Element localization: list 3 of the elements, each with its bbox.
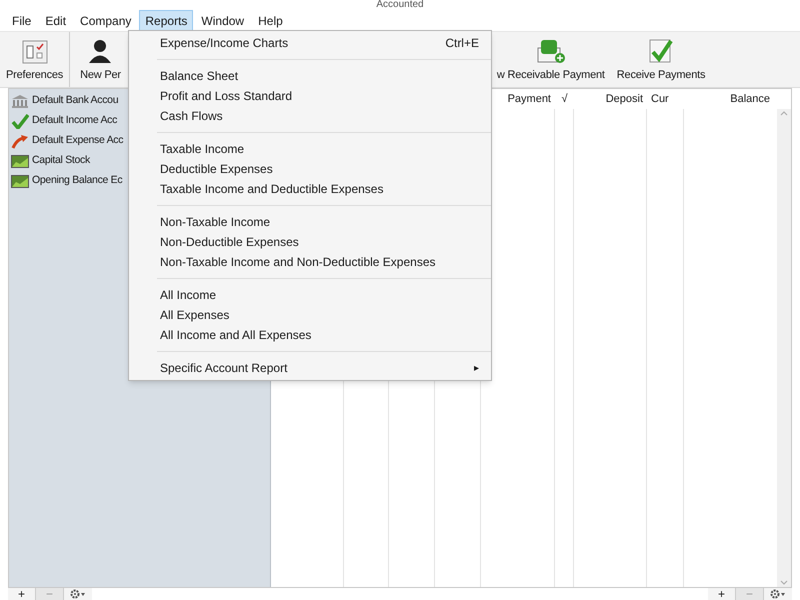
submenu-arrow-icon: ▸ [474,360,479,376]
window-title: Accounted [376,0,424,10]
shortcut-text: Ctrl+E [445,35,479,52]
